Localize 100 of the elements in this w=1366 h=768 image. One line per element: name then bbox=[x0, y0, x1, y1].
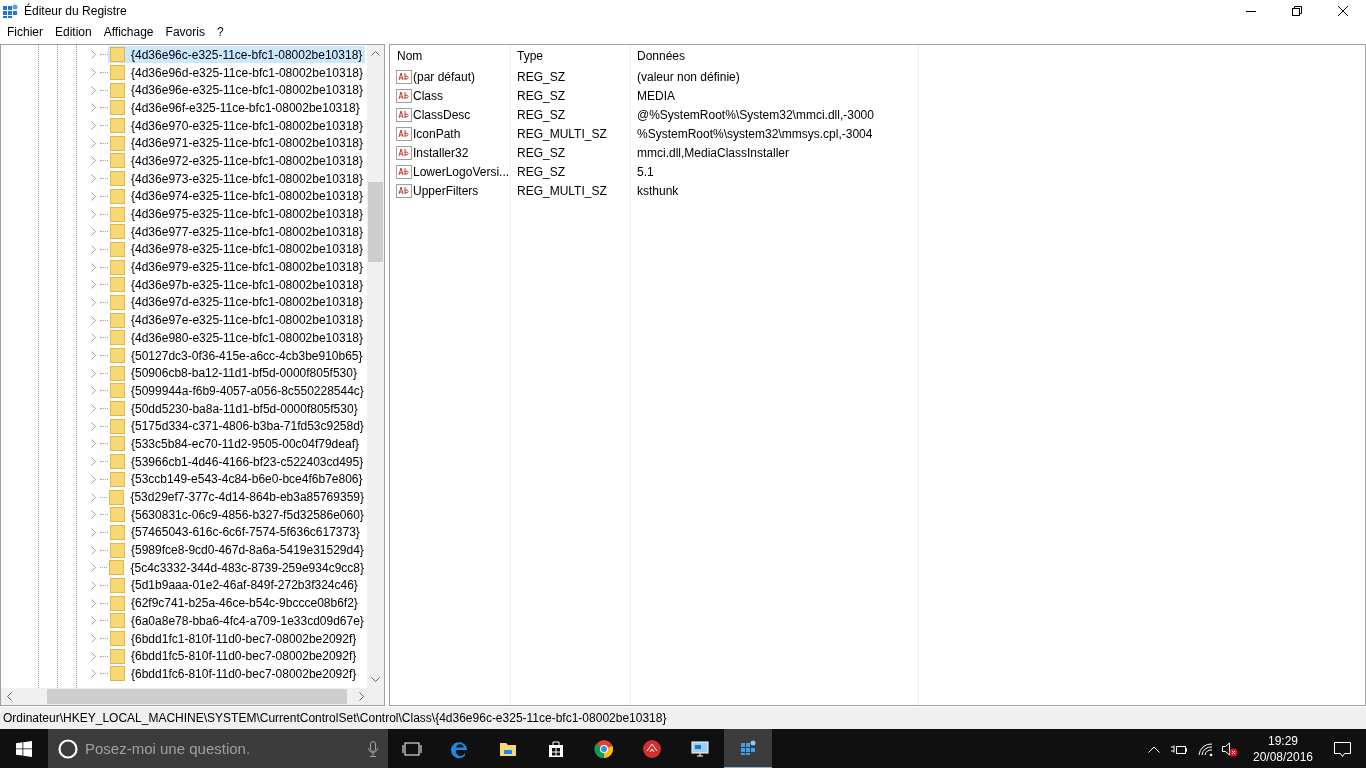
menu-item[interactable]: Affichage bbox=[97, 22, 160, 42]
column-header[interactable]: Nom bbox=[390, 47, 510, 65]
task-view-icon bbox=[402, 739, 422, 759]
close-icon bbox=[1338, 6, 1348, 16]
clock-time: 19:29 bbox=[1268, 733, 1298, 749]
column-header[interactable]: Données bbox=[630, 47, 918, 65]
speaker-muted-icon[interactable] bbox=[1222, 741, 1238, 757]
menu-item[interactable]: Edition bbox=[49, 22, 98, 42]
value-type: REG_SZ bbox=[516, 163, 566, 181]
window-title: Éditeur du Registre bbox=[24, 2, 127, 20]
menu-item[interactable]: Fichier bbox=[1, 22, 49, 42]
value-name[interactable]: UpperFilters bbox=[413, 181, 479, 200]
folder-icon bbox=[110, 436, 125, 452]
folder-icon bbox=[110, 454, 125, 470]
tree-item[interactable]: {5d1b9aaa-01e2-46af-849f-272b3f324c46} bbox=[108, 576, 361, 594]
clock-date: 20/08/2016 bbox=[1252, 749, 1314, 765]
tree-item[interactable]: {53ccb149-e543-4c84-b6e0-bce4f6b7e806} bbox=[108, 470, 366, 488]
value-name[interactable]: (par défaut) bbox=[413, 67, 476, 86]
folder-icon bbox=[110, 206, 125, 222]
tree-item[interactable]: {5630831c-06c9-4856-b327-f5d32586e060} bbox=[108, 506, 367, 524]
scroll-thumb[interactable] bbox=[368, 182, 383, 262]
wifi-icon[interactable] bbox=[1198, 742, 1213, 756]
tree-item[interactable]: {4d36e973-e325-11ce-bfc1-08002be10318} bbox=[108, 170, 366, 188]
monitor-icon bbox=[690, 739, 710, 759]
tree-item[interactable]: {50dd5230-ba8a-11d1-bf5d-0000f805f530} bbox=[108, 400, 361, 418]
tree-item[interactable]: {57465043-616c-6c6f-7574-5f636c617373} bbox=[108, 523, 363, 541]
registry-blocks-icon bbox=[738, 738, 758, 758]
battery-plug-icon[interactable] bbox=[1171, 743, 1187, 755]
scroll-right-icon bbox=[359, 692, 364, 701]
tree-item[interactable]: {4d36e97e-e325-11ce-bfc1-08002be10318} bbox=[108, 311, 366, 329]
scroll-thumb[interactable] bbox=[47, 689, 347, 704]
speech-bubble-icon bbox=[1333, 741, 1351, 757]
tree-item[interactable]: {53d29ef7-377c-4d14-864b-eb3a85769359} bbox=[107, 488, 367, 506]
value-name[interactable]: Installer32 bbox=[413, 143, 469, 162]
menu-item[interactable]: ? bbox=[210, 22, 230, 42]
tree-item[interactable]: {6bdd1fc1-810f-11d0-bec7-08002be2092f} bbox=[108, 630, 360, 648]
horizontal-scrollbar[interactable] bbox=[1, 688, 384, 705]
minimize-icon bbox=[1246, 10, 1256, 12]
folder-icon bbox=[109, 489, 125, 505]
tree-item[interactable]: {4d36e97b-e325-11ce-bfc1-08002be10318} bbox=[108, 276, 366, 294]
tree-item[interactable]: {50906cb8-ba12-11d1-bf5d-0000f805f530} bbox=[108, 364, 360, 382]
tree-item[interactable]: {4d36e980-e325-11ce-bfc1-08002be10318} bbox=[108, 329, 366, 347]
column-header[interactable]: Type bbox=[510, 47, 630, 65]
folder-icon bbox=[110, 153, 125, 169]
microphone-icon bbox=[368, 741, 378, 757]
chevron-up-icon[interactable] bbox=[1148, 745, 1160, 753]
tree-item[interactable]: {4d36e975-e325-11ce-bfc1-08002be10318} bbox=[108, 205, 366, 223]
shopping-bag-icon bbox=[546, 739, 566, 759]
search-box[interactable]: Posez-moi une question. bbox=[48, 729, 388, 768]
string-value-icon bbox=[396, 68, 412, 85]
tree-item[interactable]: {4d36e977-e325-11ce-bfc1-08002be10318} bbox=[108, 223, 366, 241]
tree-item[interactable]: {4d36e974-e325-11ce-bfc1-08002be10318} bbox=[108, 187, 366, 205]
tree-item[interactable]: {50127dc3-0f36-415e-a6cc-4cb3be910b65} bbox=[108, 347, 366, 365]
folder-icon bbox=[110, 383, 125, 399]
value-type: REG_SZ bbox=[516, 106, 566, 124]
registry-app-icon bbox=[2, 3, 18, 19]
tree-item[interactable]: {4d36e972-e325-11ce-bfc1-08002be10318} bbox=[108, 152, 366, 170]
string-value-icon bbox=[396, 144, 412, 161]
search-field[interactable]: Posez-moi une question. bbox=[85, 737, 355, 761]
value-type: REG_SZ bbox=[516, 144, 566, 162]
tree-item[interactable]: {6bdd1fc6-810f-11d0-bec7-08002be2092f} bbox=[108, 665, 360, 683]
value-name[interactable]: LowerLogoVersi... bbox=[413, 162, 510, 181]
value-name[interactable]: ClassDesc bbox=[413, 105, 471, 124]
tree-item[interactable]: {5c4c3332-344d-483c-8739-259e934c9cc8} bbox=[107, 559, 367, 577]
folder-icon bbox=[110, 294, 125, 310]
folder-icon bbox=[110, 648, 125, 664]
tree-item[interactable]: {4d36e97d-e325-11ce-bfc1-08002be10318} bbox=[108, 293, 366, 311]
tree-item[interactable]: {5175d334-c371-4806-b3ba-71fd53c9258d} bbox=[108, 417, 367, 435]
tree-item[interactable]: {53966cb1-4d46-4166-bf23-c522403cd495} bbox=[108, 453, 367, 471]
tree-item[interactable]: {4d36e979-e325-11ce-bfc1-08002be10318} bbox=[108, 258, 366, 276]
folder-icon bbox=[110, 171, 125, 187]
tree-item[interactable]: {6a0a8e78-bba6-4fc4-a709-1e33cd09d67e} bbox=[108, 612, 367, 630]
tree-item[interactable]: {4d36e96f-e325-11ce-bfc1-08002be10318} bbox=[108, 99, 363, 117]
tree-item[interactable]: {4d36e970-e325-11ce-bfc1-08002be10318} bbox=[108, 117, 366, 135]
clock[interactable]: 19:29 20/08/2016 bbox=[1248, 733, 1318, 765]
folder-icon bbox=[110, 631, 125, 647]
tree-item[interactable]: {4d36e96d-e325-11ce-bfc1-08002be10318} bbox=[108, 64, 366, 82]
folder-icon bbox=[110, 100, 125, 116]
folder-icon bbox=[110, 259, 125, 275]
folder-icon bbox=[110, 277, 125, 293]
folder-icon bbox=[110, 613, 125, 629]
folder-icon bbox=[110, 401, 125, 417]
tree-item[interactable]: {6bdd1fc5-810f-11d0-bec7-08002be2092f} bbox=[108, 647, 360, 665]
tree-item[interactable]: {62f9c741-b25a-46ce-b54c-9bccce08b6f2} bbox=[108, 594, 361, 612]
tree-item[interactable]: {5099944a-f6b9-4057-a056-8c550228544c} bbox=[108, 382, 367, 400]
tree-item[interactable]: {4d36e978-e325-11ce-bfc1-08002be10318} bbox=[108, 240, 366, 258]
folder-icon bbox=[110, 365, 125, 381]
vertical-scrollbar[interactable] bbox=[367, 45, 384, 688]
value-name[interactable]: IconPath bbox=[413, 124, 461, 143]
string-value-icon bbox=[396, 87, 412, 104]
tree-item[interactable]: {4d36e96e-e325-11ce-bfc1-08002be10318} bbox=[108, 81, 366, 99]
tree-item[interactable]: {4d36e96c-e325-11ce-bfc1-08002be10318} bbox=[108, 46, 366, 64]
restore-icon bbox=[1292, 6, 1302, 16]
tree-item[interactable]: {4d36e971-e325-11ce-bfc1-08002be10318} bbox=[108, 134, 366, 152]
value-name[interactable]: Class bbox=[413, 86, 443, 105]
tree-item[interactable]: {533c5b84-ec70-11d2-9505-00c04f79deaf} bbox=[108, 435, 362, 453]
folder-icon bbox=[110, 418, 125, 434]
tree-item[interactable]: {5989fce8-9cd0-467d-8a6a-5419e31529d4} bbox=[108, 541, 367, 559]
menu-item[interactable]: Favoris bbox=[159, 22, 211, 42]
folder-icon bbox=[110, 577, 125, 593]
